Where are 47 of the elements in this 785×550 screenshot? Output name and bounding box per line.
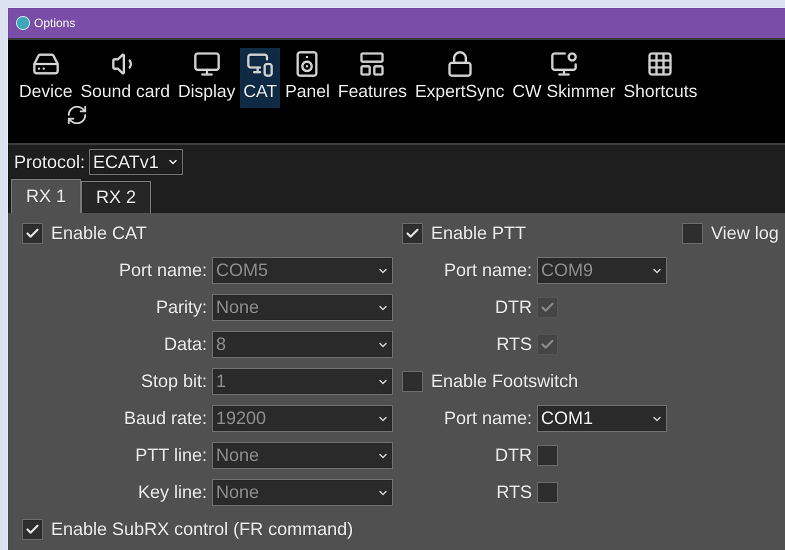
toolbar-item[interactable]: Panel bbox=[282, 48, 333, 108]
field-label: Baud rate: bbox=[122, 407, 208, 430]
field-label: DTR bbox=[494, 444, 533, 467]
tab[interactable]: RX 1 bbox=[11, 179, 82, 213]
toolbar-item[interactable]: CAT bbox=[240, 48, 280, 108]
toolbar-item[interactable]: Device bbox=[16, 48, 76, 108]
checkbox-label: Enable CAT bbox=[51, 222, 147, 245]
protocol-dropdown[interactable]: ECATv1 bbox=[89, 149, 183, 175]
windows-icon bbox=[358, 50, 386, 78]
field-label: DTR bbox=[494, 296, 533, 319]
toolbar-item[interactable]: Display bbox=[175, 48, 238, 108]
toolbar-item[interactable]: Features bbox=[334, 48, 410, 108]
checkbox-label: Enable Footswitch bbox=[431, 370, 578, 393]
checkbox-label: Enable PTT bbox=[431, 222, 526, 245]
toolbar-item[interactable]: Shortcuts bbox=[620, 48, 700, 108]
checkbox[interactable] bbox=[402, 223, 423, 244]
field-label: Data: bbox=[162, 333, 208, 356]
checkbox-label: Enable SubRX control (FR command) bbox=[51, 518, 354, 541]
lock-icon bbox=[446, 50, 474, 78]
checkbox[interactable] bbox=[682, 223, 703, 244]
field-label: RTS bbox=[495, 481, 533, 504]
protocol-label: Protocol: bbox=[14, 150, 86, 174]
field-label: Port name: bbox=[442, 259, 533, 282]
tab[interactable]: RX 2 bbox=[81, 181, 152, 213]
checkbox[interactable] bbox=[537, 482, 558, 503]
monitor-icon bbox=[550, 50, 578, 78]
toolbar-item[interactable]: Sound card bbox=[78, 48, 174, 108]
toolbar-item[interactable]: ExpertSync bbox=[412, 48, 508, 108]
checkbox[interactable] bbox=[537, 445, 558, 466]
field-label: PTT line: bbox=[134, 444, 208, 467]
checkbox[interactable] bbox=[22, 519, 43, 540]
app-logo-icon bbox=[16, 16, 30, 30]
field-label: Port name: bbox=[442, 407, 533, 430]
refresh-icon[interactable] bbox=[66, 104, 88, 126]
keypad-icon bbox=[646, 50, 674, 78]
field-label: Port name: bbox=[118, 259, 208, 282]
field-label: RTS bbox=[495, 333, 533, 356]
toolbar-item[interactable]: CW Skimmer bbox=[509, 48, 618, 108]
field-label: Stop bit: bbox=[140, 370, 208, 393]
checkbox[interactable] bbox=[22, 223, 43, 244]
window-title: Options bbox=[34, 15, 76, 32]
field-label: Parity: bbox=[154, 296, 208, 319]
dropdown[interactable]: COM1 bbox=[537, 405, 667, 432]
checkbox[interactable] bbox=[402, 371, 423, 392]
checkbox-label: View log bbox=[711, 222, 779, 245]
field-label: Key line: bbox=[136, 481, 208, 504]
monitor-icon bbox=[192, 50, 221, 78]
